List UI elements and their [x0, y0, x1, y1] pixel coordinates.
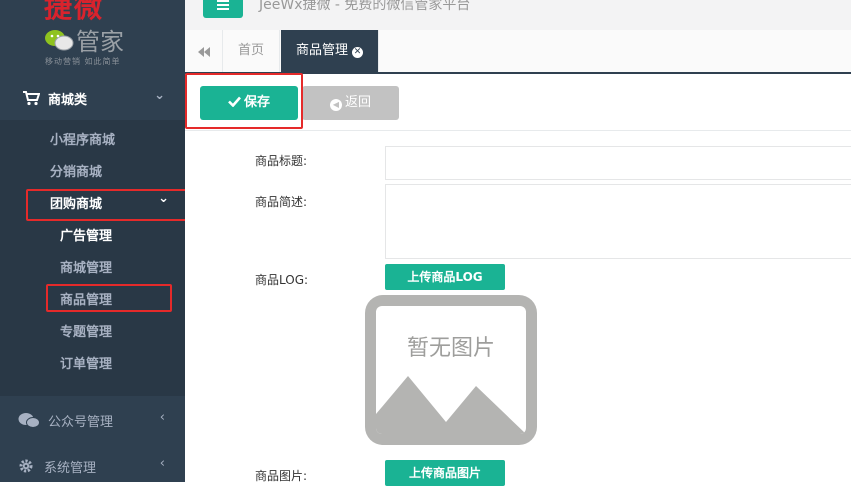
sidebar-item-label: 商城管理 [60, 261, 113, 276]
sidebar-item-label: 广告管理 [60, 229, 113, 244]
back-button[interactable]: ◀ 返回 [302, 86, 399, 120]
sidebar-item-order-management[interactable]: 订单管理 [0, 345, 185, 377]
highlight-box-group-buy [26, 189, 185, 221]
product-image-label: 商品图片: [255, 469, 308, 483]
page-header-title: JeeWx捷微 - 免费的微信管家平台 [259, 0, 471, 13]
logo-slogan: 移动营销 如此简单 [45, 57, 121, 66]
no-image-text: 暂无图片 [406, 336, 495, 361]
logo: 捷微 管家 移动营销 如此简单 [0, 0, 185, 75]
tab-product-management[interactable]: 商品管理 ✕ [281, 30, 380, 72]
product-description-textarea[interactable] [385, 184, 851, 259]
wechat-icon [18, 412, 40, 428]
upload-logo-button[interactable]: 上传商品LOG [385, 264, 505, 290]
menu-category-system[interactable]: 系统管理 ‹ [0, 444, 185, 482]
sidebar-item-distribution-mall[interactable]: 分销商城 [0, 153, 185, 185]
menu-toggle-button[interactable] [203, 0, 243, 18]
sidebar-item-mini-program-mall[interactable]: 小程序商城 [0, 121, 185, 153]
mountain-image-icon [376, 376, 526, 434]
chevron-left-icon: ‹ [159, 456, 165, 471]
sidebar: 捷微 管家 移动营销 如此简单 商城类 ⌄ 小程序商城 分销商城 团购商城 ⌄ … [0, 0, 185, 482]
product-title-label: 商品标题: [255, 154, 308, 168]
tab-label: 首页 [238, 43, 265, 58]
highlight-box-save [185, 73, 303, 129]
tab-label: 商品管理 [296, 43, 349, 58]
tab-scroll-left-button[interactable] [185, 30, 223, 72]
tab-bar: 首页 商品管理 ✕ [185, 30, 851, 74]
sidebar-item-label: 专题管理 [60, 325, 113, 340]
menu-category-label: 商城类 [48, 93, 88, 108]
close-icon[interactable]: ✕ [352, 47, 364, 58]
cart-icon [22, 90, 41, 106]
arrow-left-circle-icon: ◀ [329, 99, 342, 111]
product-logo-label: 商品LOG: [255, 273, 309, 287]
sidebar-item-label: 订单管理 [60, 357, 113, 372]
product-description-label: 商品简述: [255, 195, 308, 209]
sidebar-item-label: 小程序商城 [50, 133, 116, 148]
gear-icon [18, 458, 36, 474]
sidebar-item-label: 分销商城 [50, 165, 103, 180]
product-title-input[interactable] [385, 146, 851, 180]
highlight-box-product-management [46, 284, 172, 312]
hamburger-icon [217, 0, 229, 2]
wechat-logo-icon [44, 28, 74, 52]
logo-sub: 管家 [44, 22, 124, 57]
sidebar-item-mall-management[interactable]: 商城管理 [0, 249, 185, 281]
sidebar-item-topic-management[interactable]: 专题管理 [0, 313, 185, 345]
no-image-placeholder: 暂无图片 [365, 295, 537, 445]
chevron-down-icon: ⌄ [154, 88, 165, 103]
tab-home[interactable]: 首页 [223, 30, 281, 72]
back-button-label: 返回 [344, 95, 371, 110]
menu-category-label: 系统管理 [44, 461, 97, 476]
menu-category-label: 公众号管理 [48, 415, 114, 430]
logo-sub-text: 管家 [76, 28, 124, 56]
top-navbar: JeeWx捷微 - 免费的微信管家平台 [185, 0, 851, 30]
chevron-left-icon: ‹ [159, 410, 165, 425]
menu-category-mall[interactable]: 商城类 ⌄ [0, 76, 185, 120]
menu-category-official-account[interactable]: 公众号管理 ‹ [0, 398, 185, 442]
sidebar-item-ad-management[interactable]: 广告管理 [0, 217, 185, 249]
upload-image-button[interactable]: 上传商品图片 [385, 460, 505, 486]
